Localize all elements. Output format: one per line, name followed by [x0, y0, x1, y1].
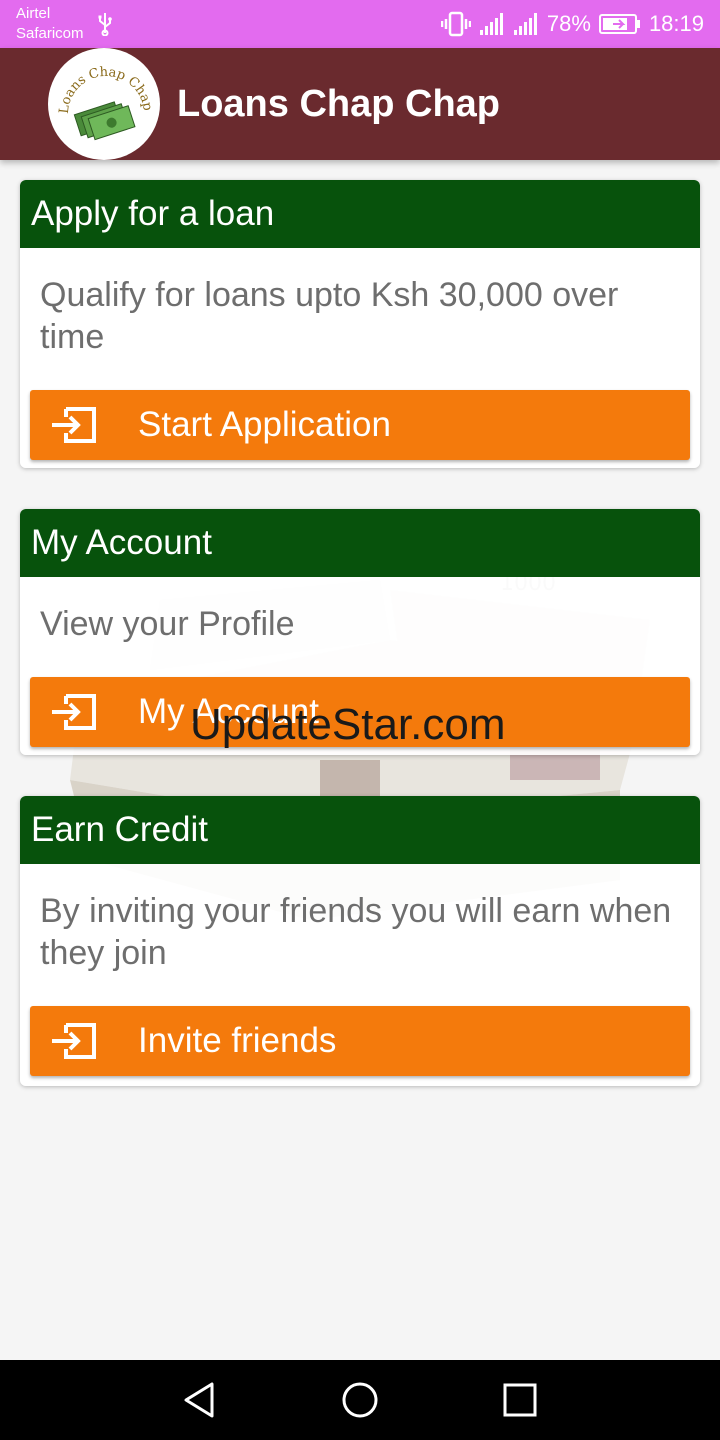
button-label: Start Application [138, 405, 391, 444]
card-description: By inviting your friends you will earn w… [40, 892, 672, 972]
app-logo: Loans Chap Chap [48, 48, 160, 160]
battery-percent: 78% [546, 11, 591, 36]
logo-graphic: Loans Chap Chap [57, 65, 155, 141]
exit-to-app-icon [52, 694, 96, 730]
card-header: My Account [20, 509, 700, 577]
earn-credit-card: Earn Credit By inviting your friends you… [20, 796, 700, 1086]
home-icon[interactable] [340, 1380, 380, 1420]
carrier-2: Safaricom [16, 25, 84, 42]
recents-icon[interactable] [500, 1380, 540, 1420]
signal-icon [513, 13, 537, 35]
status-bar: Airtel Safaricom 78% 18:19 [0, 0, 720, 48]
app-title: Loans Chap Chap [177, 83, 501, 125]
card-description: View your Profile [40, 605, 295, 643]
invite-friends-button[interactable]: Invite friends [30, 1006, 690, 1076]
start-application-button[interactable]: Start Application [30, 390, 690, 460]
exit-to-app-icon [52, 1023, 96, 1059]
battery-charging-icon [598, 14, 640, 34]
usb-icon [98, 13, 112, 36]
watermark: UpdateStar.com [190, 700, 506, 749]
status-icons: 78% 18:19 [440, 8, 704, 40]
vibrate-icon [440, 11, 471, 37]
apply-loan-card: Apply for a loan Qualify for loans upto … [20, 180, 700, 468]
clock: 18:19 [648, 11, 704, 36]
back-icon[interactable] [180, 1380, 220, 1420]
signal-icon [479, 13, 503, 35]
app-bar: Loans Chap Chap Loans Chap Chap [0, 48, 720, 160]
exit-to-app-icon [52, 407, 96, 443]
button-label: Invite friends [138, 1021, 337, 1060]
card-description: Qualify for loans upto Ksh 30,000 over t… [40, 276, 619, 356]
navigation-bar [0, 1360, 720, 1440]
carrier-1: Airtel [16, 5, 51, 22]
card-header: Apply for a loan [20, 180, 700, 248]
card-header: Earn Credit [20, 796, 700, 864]
carrier-info: Airtel Safaricom [16, 4, 84, 44]
